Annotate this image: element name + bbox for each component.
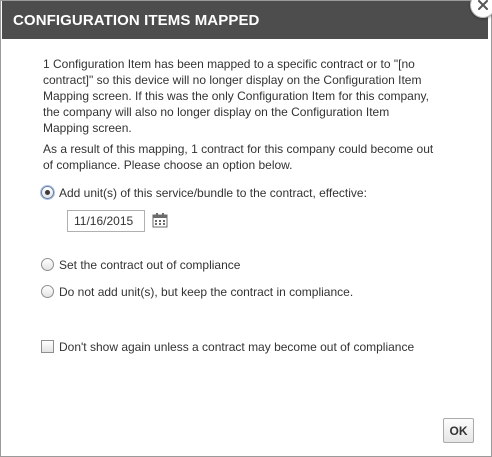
dont-show-again-checkbox[interactable]: [41, 340, 54, 354]
dont-show-again-option[interactable]: Don't show again unless a contract may b…: [41, 338, 414, 355]
effective-date-input[interactable]: [67, 210, 145, 232]
option-out-of-compliance[interactable]: Set the contract out of compliance: [41, 256, 240, 273]
add-units-label: Add unit(s) of this service/bundle to th…: [59, 185, 367, 200]
dont-show-again-label: Don't show again unless a contract may b…: [59, 339, 415, 354]
option-keep-compliance[interactable]: Do not add unit(s), but keep the contrac…: [41, 283, 353, 300]
configuration-items-mapped-dialog: CONFIGURATION ITEMS MAPPED 1 Configurati…: [0, 0, 492, 457]
close-icon: [478, 0, 488, 10]
option-add-units[interactable]: Add unit(s) of this service/bundle to th…: [41, 184, 367, 201]
dialog-message: 1 Configuration Item has been mapped to …: [43, 56, 435, 173]
ok-button[interactable]: OK: [443, 418, 474, 443]
keep-compliance-label: Do not add unit(s), but keep the contrac…: [59, 284, 354, 299]
out-of-compliance-radio[interactable]: [41, 258, 54, 272]
keep-compliance-radio[interactable]: [41, 285, 54, 299]
compliance-message: As a result of this mapping, 1 contract …: [43, 142, 434, 172]
mapping-message: 1 Configuration Item has been mapped to …: [43, 57, 429, 135]
calendar-icon[interactable]: [152, 212, 168, 228]
dialog-titlebar: CONFIGURATION ITEMS MAPPED: [2, 1, 488, 39]
dialog-title: CONFIGURATION ITEMS MAPPED: [13, 12, 260, 29]
out-of-compliance-label: Set the contract out of compliance: [59, 257, 241, 272]
add-units-radio[interactable]: [41, 186, 54, 200]
